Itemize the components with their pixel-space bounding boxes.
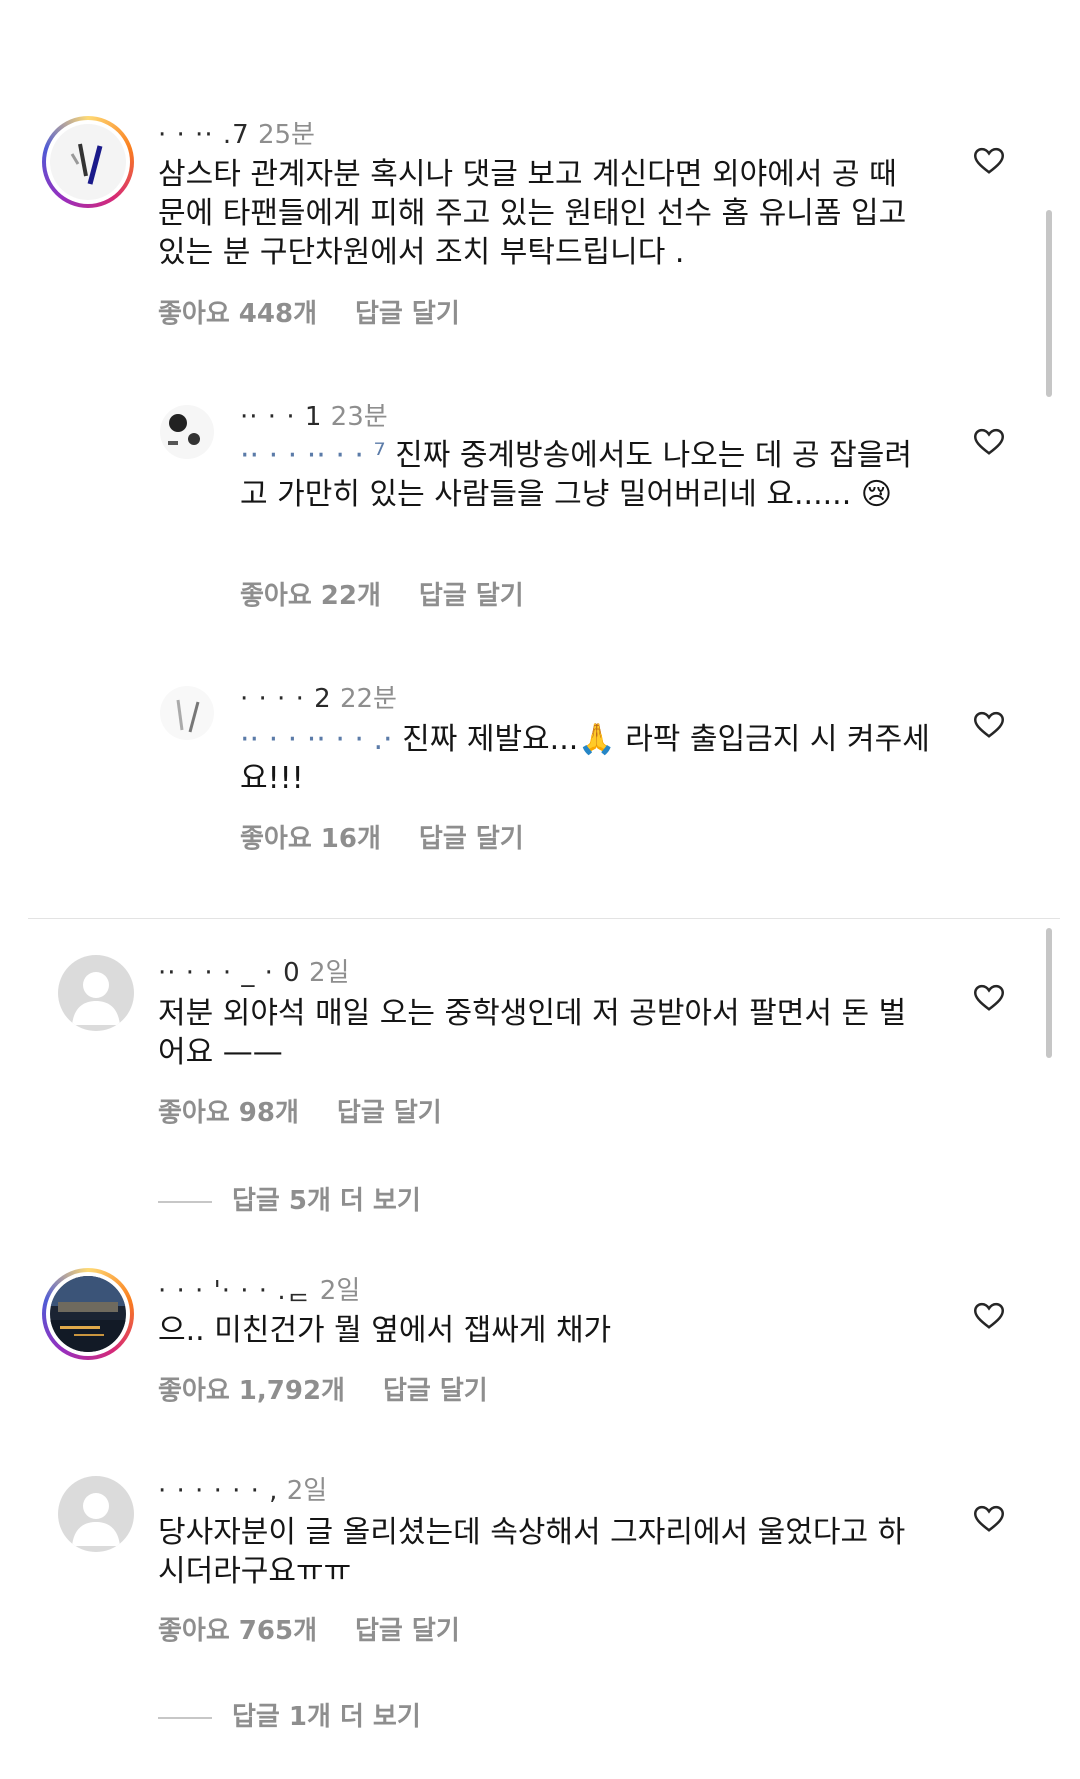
comment-username[interactable]: · · · · 2 xyxy=(240,684,332,714)
comment-actions: 좋아요 16개 답글 달기 xyxy=(240,818,524,855)
scrollbar-thumb[interactable] xyxy=(1046,928,1052,1058)
reply-button[interactable]: 답글 달기 xyxy=(383,1376,488,1406)
view-more-label: 답글 5개 더 보기 xyxy=(232,1186,421,1216)
avatar-image xyxy=(70,143,103,185)
scrollbar-thumb[interactable] xyxy=(1046,210,1052,397)
comment-meta: ·· · · 1 23분 xyxy=(240,396,388,433)
comment-time: 25분 xyxy=(257,120,315,150)
comment-time: 2일 xyxy=(319,1276,361,1306)
comment-text: 저분 외야석 매일 오는 중학생인데 저 공받아서 팔면서 돈 벌어요 —— xyxy=(158,996,907,1070)
heart-icon[interactable] xyxy=(974,1505,1004,1533)
comment-text: 당사자분이 글 올리셨는데 속상해서 그자리에서 울었다고 하시더라구요ㅠㅠ xyxy=(158,1515,906,1589)
comment-text: ·· · · ·· · · ⁷ 진짜 중계방송에서도 나오는 데 공 잡을려고 … xyxy=(240,436,920,514)
reply-button[interactable]: 답글 달기 xyxy=(419,581,524,611)
comment-text: 삼스타 관계자분 혹시나 댓글 보고 계신다면 외야에서 공 때문에 타팬들에게… xyxy=(158,157,907,270)
comment-likes[interactable]: 좋아요 1,792개 xyxy=(158,1376,345,1406)
comment-meta: ·· · · · _ · 0 2일 xyxy=(158,952,349,989)
avatar xyxy=(50,124,126,200)
comment-time: 22분 xyxy=(339,684,397,714)
avatar-image xyxy=(176,699,200,733)
heart-icon[interactable] xyxy=(974,984,1004,1012)
comment-username[interactable]: · · · '· · · .ᆮ xyxy=(158,1276,312,1306)
reply-button[interactable]: 답글 달기 xyxy=(419,824,524,854)
comment-username[interactable]: ·· · · · _ · 0 xyxy=(158,958,301,988)
comment-actions: 좋아요 448개 답글 달기 xyxy=(158,293,460,330)
comment-text: ·· · · ·· · · .· 진짜 제발요...🙏 라팍 출입금지 시 켜주… xyxy=(240,720,930,798)
comment-username[interactable]: · · ·· .7 xyxy=(158,120,250,150)
avatar-story-ring[interactable] xyxy=(42,116,134,208)
reply-button[interactable]: 답글 달기 xyxy=(355,1616,460,1646)
comment-time: 2일 xyxy=(308,958,350,988)
comment-actions: 좋아요 1,792개 답글 달기 xyxy=(158,1370,488,1407)
view-more-line xyxy=(158,1716,212,1719)
comment-likes[interactable]: 좋아요 98개 xyxy=(158,1098,299,1128)
comment-time: 23분 xyxy=(330,402,388,432)
avatar-story-ring[interactable] xyxy=(42,1268,134,1360)
comment-meta: · · ·· .7 25분 xyxy=(158,114,315,151)
heart-icon[interactable] xyxy=(974,711,1004,739)
comment-meta: · · · '· · · .ᆮ 2일 xyxy=(158,1270,360,1307)
view-more-label: 답글 1개 더 보기 xyxy=(232,1702,421,1732)
reply-button[interactable]: 답글 달기 xyxy=(337,1098,442,1128)
heart-icon[interactable] xyxy=(974,1302,1004,1330)
comment-likes[interactable]: 좋아요 448개 xyxy=(158,299,317,329)
heart-icon[interactable] xyxy=(974,428,1004,456)
view-more-line xyxy=(158,1200,212,1203)
avatar[interactable] xyxy=(160,686,214,740)
comment-time: 2일 xyxy=(286,1476,328,1506)
comment-meta: · · · · · · , 2일 xyxy=(158,1470,327,1507)
heart-icon[interactable] xyxy=(974,147,1004,175)
person-silhouette-icon xyxy=(72,972,120,1025)
folded-hands-emoji: 🙏 xyxy=(578,722,616,757)
comment-username[interactable]: · · · · · · , xyxy=(158,1476,278,1506)
avatar xyxy=(50,1276,126,1352)
comment-meta: · · · · 2 22분 xyxy=(240,678,397,715)
mention-link[interactable]: ·· · · ·· · · .· xyxy=(240,722,393,757)
comment-body: 진짜 제발요... xyxy=(402,722,579,757)
comment-actions: 좋아요 98개 답글 달기 xyxy=(158,1092,442,1129)
avatar-image xyxy=(50,1276,126,1352)
comment-username[interactable]: ·· · · 1 xyxy=(240,402,322,432)
default-avatar[interactable] xyxy=(58,1476,134,1552)
person-silhouette-icon xyxy=(72,1493,120,1546)
comment-likes[interactable]: 좋아요 765개 xyxy=(158,1616,317,1646)
avatar[interactable] xyxy=(160,405,214,459)
view-more-replies-button[interactable]: 답글 1개 더 보기 xyxy=(158,1696,421,1733)
reply-button[interactable]: 답글 달기 xyxy=(355,299,460,329)
comment-actions: 좋아요 22개 답글 달기 xyxy=(240,575,524,612)
view-more-replies-button[interactable]: 답글 5개 더 보기 xyxy=(158,1180,421,1217)
comment-actions: 좋아요 765개 답글 달기 xyxy=(158,1610,460,1647)
avatar-image xyxy=(168,414,200,445)
comment-text: 으.. 미친건가 뭘 옆에서 잽싸게 채가 xyxy=(158,1313,612,1348)
mention-link[interactable]: ·· · · ·· · · ⁷ xyxy=(240,438,386,473)
comment-likes[interactable]: 좋아요 16개 xyxy=(240,824,381,854)
crying-face-emoji: 😢 xyxy=(860,477,893,512)
comment-likes[interactable]: 좋아요 22개 xyxy=(240,581,381,611)
default-avatar[interactable] xyxy=(58,955,134,1031)
thread-divider xyxy=(28,918,1060,919)
